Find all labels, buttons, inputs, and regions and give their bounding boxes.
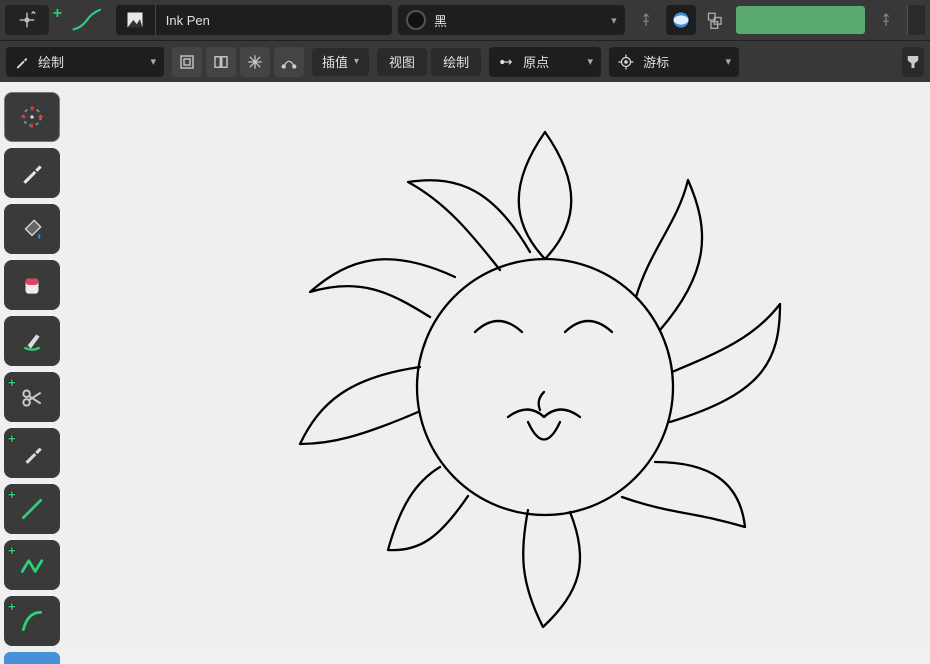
cursor-tool[interactable]	[4, 92, 60, 142]
toolbox: + + + + +	[4, 92, 62, 664]
canvas[interactable]	[0, 82, 930, 649]
plus-icon: +	[8, 375, 16, 390]
eyedropper-tool[interactable]: +	[4, 428, 60, 478]
pin-button-2[interactable]	[871, 5, 901, 35]
chevron-down-icon: ▾	[354, 56, 359, 67]
mode-dropdown[interactable]: 绘制 ▾	[6, 47, 164, 77]
curve-snap-button[interactable]	[274, 47, 304, 77]
color-name: 黑	[434, 11, 603, 30]
layers-icon[interactable]	[702, 5, 730, 35]
plus-icon: +	[8, 543, 16, 558]
plus-icon: +	[8, 599, 16, 614]
chevron-down-icon: ▾	[611, 14, 617, 27]
layer-field[interactable]	[736, 6, 865, 34]
material-name: Ink Pen	[156, 13, 392, 28]
frame-button[interactable]	[172, 47, 202, 77]
plus-icon: +	[8, 431, 16, 446]
options-button[interactable]	[902, 47, 924, 77]
active-tool-indicator[interactable]	[4, 652, 60, 664]
chevron-down-icon: ▾	[726, 55, 732, 68]
insert-label: 插值	[322, 52, 348, 71]
erase-tool[interactable]	[4, 260, 60, 310]
insert-menu[interactable]: 插值 ▾	[312, 48, 369, 76]
material-field[interactable]: Ink Pen	[116, 5, 392, 35]
view-menu[interactable]: 视图	[377, 48, 427, 76]
material-icon	[116, 5, 156, 35]
pin-button[interactable]	[631, 5, 661, 35]
draw-tool[interactable]	[4, 148, 60, 198]
tint-tool[interactable]	[4, 316, 60, 366]
multiframe-button[interactable]	[206, 47, 236, 77]
top-bar: + Ink Pen 黑 ▾	[0, 0, 930, 40]
fill-tool[interactable]	[4, 204, 60, 254]
polyline-tool[interactable]: +	[4, 540, 60, 590]
mode-label: 绘制	[38, 52, 142, 71]
view-label: 视图	[389, 52, 415, 71]
line-tool[interactable]: +	[4, 484, 60, 534]
arc-tool[interactable]: +	[4, 596, 60, 646]
pivot-dropdown[interactable]: 原点 ▾	[489, 47, 601, 77]
chevron-down-icon: ▾	[588, 55, 594, 68]
cutter-tool[interactable]: +	[4, 372, 60, 422]
draw-menu[interactable]: 绘制	[431, 48, 481, 76]
panel-edge[interactable]	[907, 5, 925, 35]
color-swatch-icon	[406, 10, 426, 30]
main-toolbar: 绘制 ▾ 插值 ▾ 视图 绘制 原点 ▾ 游标 ▾	[0, 40, 930, 82]
selection-group	[172, 47, 304, 77]
cursor-dropdown[interactable]: 游标 ▾	[609, 47, 739, 77]
plus-icon: +	[8, 487, 16, 502]
chevron-down-icon: ▾	[150, 55, 156, 68]
draw-label: 绘制	[443, 52, 469, 71]
plus-icon: +	[53, 5, 62, 23]
color-select[interactable]: 黑 ▾	[398, 5, 625, 35]
reference-button[interactable]	[5, 5, 49, 35]
drawing-sun	[0, 82, 930, 649]
snap-button[interactable]	[240, 47, 270, 77]
cursor-label: 游标	[643, 52, 717, 71]
pivot-label: 原点	[523, 52, 579, 71]
globe-button[interactable]	[666, 5, 696, 35]
stroke-preview	[66, 5, 110, 35]
